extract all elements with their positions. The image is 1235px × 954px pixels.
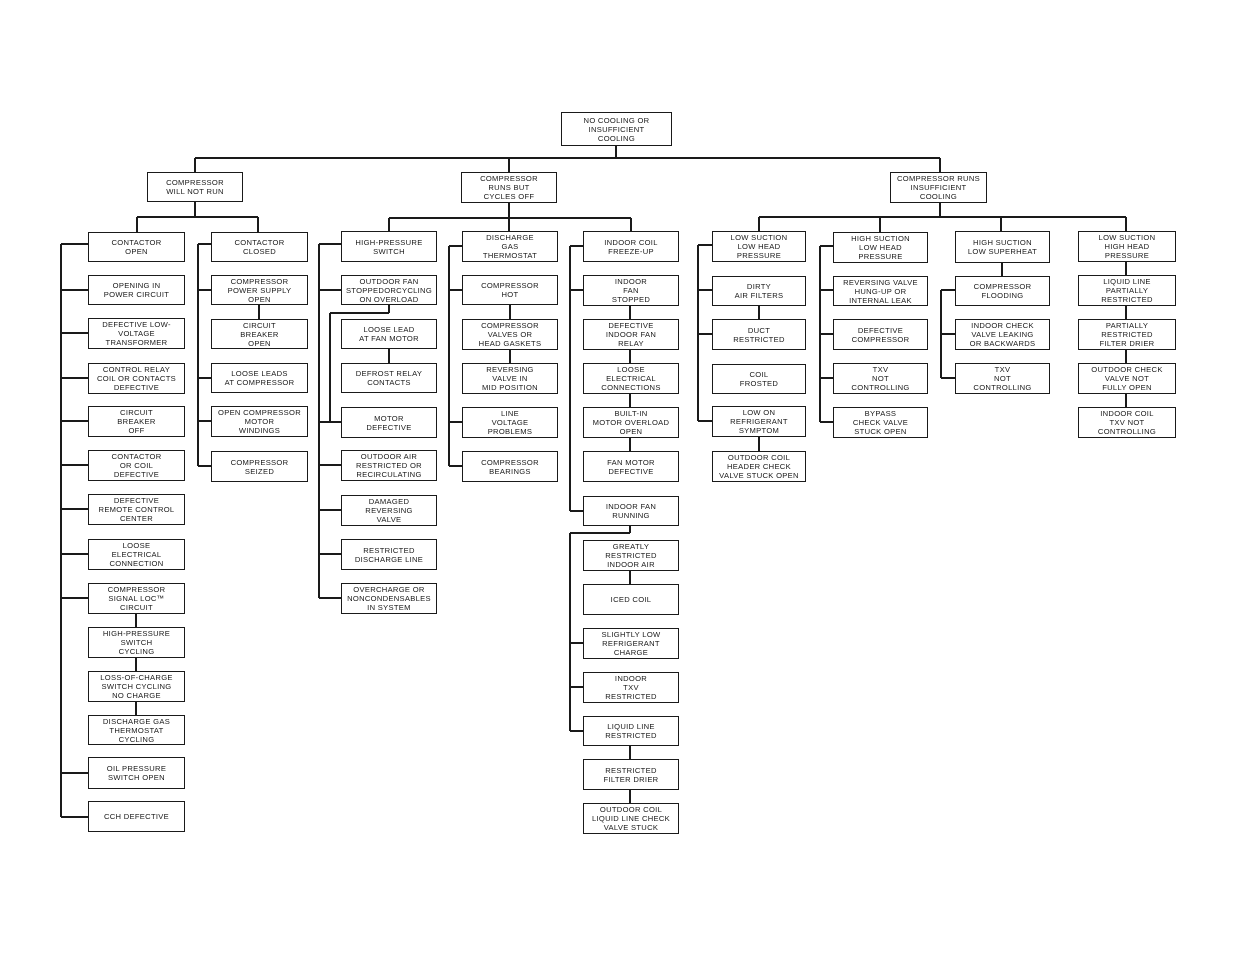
node-bypass-check-valve: BYPASS CHECK VALVE STUCK OPEN	[833, 407, 928, 438]
node-compressor-valves: COMPRESSOR VALVES OR HEAD GASKETS	[462, 319, 558, 350]
node-outdoor-liquid-check-valve: OUTDOOR COIL LIQUID LINE CHECK VALVE STU…	[583, 803, 679, 834]
node-dirty-air-filters: DIRTY AIR FILTERS	[712, 276, 806, 306]
node-loose-lead-fan-motor: LOOSE LEAD AT FAN MOTOR	[341, 319, 437, 349]
node-defective-compressor: DEFECTIVE COMPRESSOR	[833, 319, 928, 350]
node-slightly-low-refrigerant: SLIGHTLY LOW REFRIGERANT CHARGE	[583, 628, 679, 659]
node-compressor-bearings: COMPRESSOR BEARINGS	[462, 451, 558, 482]
node-indoor-fan-stopped: INDOOR FAN STOPPED	[583, 275, 679, 306]
node-iced-coil: ICED COIL	[583, 584, 679, 615]
node-circuit-breaker-off: CIRCUIT BREAKER OFF	[88, 406, 185, 437]
node-compressor-hot: COMPRESSOR HOT	[462, 275, 558, 305]
node-contactor-open: CONTACTOR OPEN	[88, 232, 185, 262]
node-liquid-line-restricted: LIQUID LINE RESTRICTED	[583, 716, 679, 746]
node-dgt-cycling: DISCHARGE GAS THERMOSTAT CYCLING	[88, 715, 185, 745]
node-partially-restricted-filter-drier: PARTIALLY RESTRICTED FILTER DRIER	[1078, 319, 1176, 350]
node-discharge-gas-thermostat: DISCHARGE GAS THERMOSTAT	[462, 231, 558, 262]
node-defective-indoor-fan-relay: DEFECTIVE INDOOR FAN RELAY	[583, 319, 679, 350]
node-overcharge: OVERCHARGE OR NONCONDENSABLES IN SYSTEM	[341, 583, 437, 614]
node-outdoor-fan-stopped: OUTDOOR FAN STOPPEDORCYCLING ON OVERLOAD	[341, 275, 437, 305]
node-circuit-breaker-open: CIRCUIT BREAKER OPEN	[211, 319, 308, 349]
node-high-suction-low-head: HIGH SUCTION LOW HEAD PRESSURE	[833, 232, 928, 263]
node-compressor-power-supply: COMPRESSOR POWER SUPPLY OPEN	[211, 275, 308, 305]
node-low-suction-high-head: LOW SUCTION HIGH HEAD PRESSURE	[1078, 231, 1176, 262]
node-outdoor-check-valve: OUTDOOR CHECK VALVE NOT FULLY OPEN	[1078, 363, 1176, 394]
node-hp-switch-cycling: HIGH-PRESSURE SWITCH CYCLING	[88, 627, 185, 658]
node-loc-switch-cycling: LOSS-OF-CHARGE SWITCH CYCLING NO CHARGE	[88, 671, 185, 702]
node-liquid-line-partially-restricted: LIQUID LINE PARTIALLY RESTRICTED	[1078, 275, 1176, 306]
node-indoor-coil-txv: INDOOR COIL TXV NOT CONTROLLING	[1078, 407, 1176, 438]
node-defective-remote-control: DEFECTIVE REMOTE CONTROL CENTER	[88, 494, 185, 525]
node-contactor-closed: CONTACTOR CLOSED	[211, 232, 308, 262]
node-low-on-refrigerant: LOW ON REFRIGERANT SYMPTOM	[712, 406, 806, 437]
node-built-in-motor-overload: BUILT-IN MOTOR OVERLOAD OPEN	[583, 407, 679, 438]
node-opening-in-power-circuit: OPENING IN POWER CIRCUIT	[88, 275, 185, 305]
node-damaged-reversing-valve: DAMAGED REVERSING VALVE	[341, 495, 437, 526]
node-coil-frosted: COIL FROSTED	[712, 364, 806, 394]
node-outdoor-air-restricted: OUTDOOR AIR RESTRICTED OR RECIRCULATING	[341, 450, 437, 481]
node-high-pressure-switch: HIGH-PRESSURE SWITCH	[341, 231, 437, 262]
node-txv-not-controlling-h: TXV NOT CONTROLLING	[955, 363, 1050, 394]
node-restricted-filter-drier: RESTRICTED FILTER DRIER	[583, 759, 679, 790]
node-defrost-relay: DEFROST RELAY CONTACTS	[341, 363, 437, 393]
node-reversing-valve-hung: REVERSING VALVE HUNG-UP OR INTERNAL LEAK	[833, 276, 928, 306]
node-greatly-restricted-air: GREATLY RESTRICTED INDOOR AIR	[583, 540, 679, 571]
node-indoor-coil-freeze-up: INDOOR COIL FREEZE-UP	[583, 231, 679, 262]
node-loose-electrical-connection: LOOSE ELECTRICAL CONNECTION	[88, 539, 185, 570]
node-compressor-seized: COMPRESSOR SEIZED	[211, 451, 308, 482]
node-indoor-check-valve: INDOOR CHECK VALVE LEAKING OR BACKWARDS	[955, 319, 1050, 350]
node-open-compressor-windings: OPEN COMPRESSOR MOTOR WINDINGS	[211, 406, 308, 437]
node-oil-pressure-switch: OIL PRESSURE SWITCH OPEN	[88, 757, 185, 789]
root-node: NO COOLING OR INSUFFICIENT COOLING	[561, 112, 672, 146]
node-loose-electrical-connections: LOOSE ELECTRICAL CONNECTIONS	[583, 363, 679, 394]
branch-compressor-cycles-off: COMPRESSOR RUNS BUT CYCLES OFF	[461, 172, 557, 203]
node-low-suction-low-head: LOW SUCTION LOW HEAD PRESSURE	[712, 231, 806, 262]
node-contactor-or-coil-defective: CONTACTOR OR COIL DEFECTIVE	[88, 450, 185, 481]
node-txv-not-controlling-g: TXV NOT CONTROLLING	[833, 363, 928, 394]
node-line-voltage: LINE VOLTAGE PROBLEMS	[462, 407, 558, 438]
node-defective-lv-transformer: DEFECTIVE LOW- VOLTAGE TRANSFORMER	[88, 318, 185, 349]
node-signal-loc-circuit: COMPRESSOR SIGNAL LOC™ CIRCUIT	[88, 583, 185, 614]
node-indoor-txv-restricted: INDOOR TXV RESTRICTED	[583, 672, 679, 703]
node-motor-defective: MOTOR DEFECTIVE	[341, 407, 437, 438]
node-outdoor-header-check-valve: OUTDOOR COIL HEADER CHECK VALVE STUCK OP…	[712, 451, 806, 482]
node-control-relay: CONTROL RELAY COIL OR CONTACTS DEFECTIVE	[88, 363, 185, 394]
node-restricted-discharge-line: RESTRICTED DISCHARGE LINE	[341, 539, 437, 570]
node-loose-leads-compressor: LOOSE LEADS AT COMPRESSOR	[211, 363, 308, 393]
node-fan-motor-defective: FAN MOTOR DEFECTIVE	[583, 451, 679, 482]
node-indoor-fan-running: INDOOR FAN RUNNING	[583, 496, 679, 526]
node-compressor-flooding: COMPRESSOR FLOODING	[955, 276, 1050, 306]
branch-compressor-insufficient-cooling: COMPRESSOR RUNS INSUFFICIENT COOLING	[890, 172, 987, 203]
flowchart-canvas: NO COOLING OR INSUFFICIENT COOLING COMPR…	[0, 0, 1235, 954]
branch-compressor-will-not-run: COMPRESSOR WILL NOT RUN	[147, 172, 243, 202]
node-reversing-valve-mid: REVERSING VALVE IN MID POSITION	[462, 363, 558, 394]
node-cch-defective: CCH DEFECTIVE	[88, 801, 185, 832]
node-duct-restricted: DUCT RESTRICTED	[712, 319, 806, 350]
node-high-suction-low-superheat: HIGH SUCTION LOW SUPERHEAT	[955, 231, 1050, 263]
